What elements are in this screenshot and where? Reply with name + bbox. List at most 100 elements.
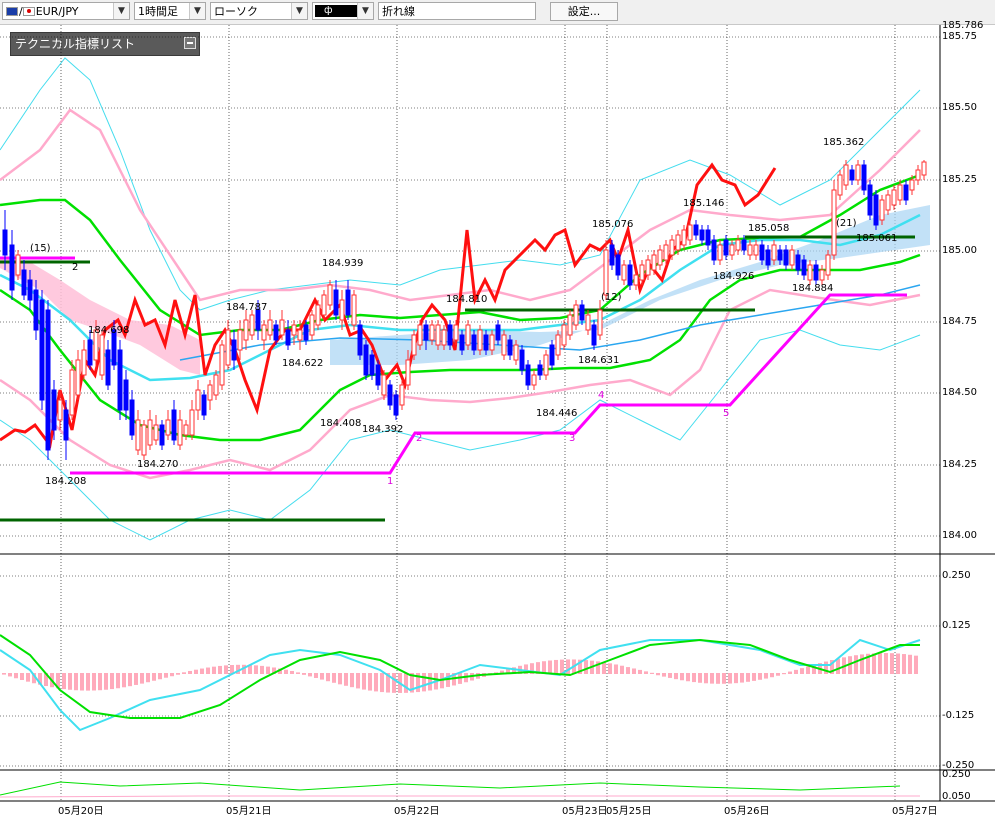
candle-body [807, 264, 813, 281]
macd-bar [554, 659, 558, 674]
macd-bar [146, 673, 150, 683]
macd-bar [62, 673, 66, 690]
chevron-down-icon[interactable]: ▼ [357, 3, 373, 19]
candle-body [843, 164, 849, 186]
macd-bar [668, 673, 672, 678]
date-label: 05月23日 [562, 806, 608, 817]
candle-body [645, 259, 651, 276]
macd-bar [344, 673, 348, 686]
macd-bar [188, 670, 192, 674]
candle-body [891, 189, 897, 206]
bollinger-upper-outer [0, 57, 921, 311]
chart-type-select[interactable]: ローソク ▼ [210, 2, 308, 20]
candle-body [519, 349, 525, 371]
macd-bar [350, 673, 354, 688]
candle-body [93, 329, 99, 361]
settings-button[interactable]: 設定... [550, 2, 618, 21]
sub-indicator-line [0, 781, 901, 796]
candle-body [705, 229, 711, 246]
candle-body [177, 419, 183, 446]
chevron-down-icon[interactable]: ▼ [113, 3, 129, 19]
line-color-select[interactable]: ф ▼ [312, 2, 374, 20]
candle-body [663, 244, 669, 261]
macd-bar [140, 673, 144, 684]
price-axis: 185.786 185.75 185.50 185.25 185.00 184.75 184… [940, 0, 995, 819]
vertical-gridlines [60, 25, 896, 800]
currency-pair-select[interactable]: / EUR/JPY ▼ [2, 2, 130, 20]
candle-body [801, 259, 807, 276]
candle-body [729, 244, 735, 256]
macd-bar [650, 672, 654, 674]
candle-body [405, 359, 411, 386]
macd-bar [428, 673, 432, 691]
macd-bar [734, 673, 738, 684]
candle-body [819, 269, 825, 281]
macd-bar [602, 662, 606, 674]
candle-body [399, 384, 405, 406]
date-label: 05月21日 [226, 806, 272, 817]
timeframe-select[interactable]: 1時間足 ▼ [134, 2, 206, 20]
candle-body [393, 394, 399, 416]
candle-body [837, 174, 843, 196]
price-axis-label: 184.50 [942, 387, 977, 398]
candle-body [213, 374, 219, 396]
macd-bar [836, 658, 840, 674]
macd-bar [662, 673, 666, 677]
candle-body [753, 244, 759, 256]
macd-bar [626, 667, 630, 674]
price-chart[interactable] [0, 25, 995, 819]
macd-bar [290, 670, 294, 674]
date-axis: 05月20日 05月21日 05月22日 05月23日 05月25日 05月26日 05月2… [0, 802, 940, 819]
candle-body [357, 324, 363, 356]
candle-body [51, 389, 57, 431]
date-label: 05月25日 [606, 806, 652, 817]
macd-bar [896, 653, 900, 674]
candle-body [75, 359, 81, 396]
macd-bar [326, 673, 330, 682]
candle-body [525, 364, 531, 386]
candle-body [441, 329, 447, 346]
macd-bar [2, 673, 6, 675]
candle-body [621, 264, 627, 281]
macd-bar [182, 672, 186, 674]
macd-bar [314, 673, 318, 678]
candle-body [117, 349, 123, 411]
candle-body [567, 314, 573, 336]
candle-body [249, 314, 255, 336]
line-style-label: 折れ線 [382, 5, 415, 18]
macd-bar [14, 673, 18, 679]
candle-body [771, 244, 777, 261]
candle-body [651, 254, 657, 271]
candle-body [507, 339, 513, 356]
candle-body [855, 164, 861, 181]
candle-body [849, 169, 855, 181]
macd-bar [716, 673, 720, 684]
candle-body [69, 369, 75, 416]
candle-body [915, 169, 921, 181]
candle-body [615, 254, 621, 276]
macd-bar [806, 666, 810, 674]
candle-body [861, 164, 867, 191]
candle-body [543, 354, 549, 376]
candle-body [207, 384, 213, 401]
candle-body [225, 329, 231, 366]
candle-body [639, 264, 645, 281]
candle-body [699, 229, 705, 241]
candle-body [573, 304, 579, 326]
price-axis-label: 185.50 [942, 102, 977, 113]
candle-body [453, 324, 459, 341]
candle-body [57, 399, 63, 421]
candle-body [795, 254, 801, 271]
chevron-down-icon[interactable]: ▼ [189, 3, 205, 19]
candle-body [687, 224, 693, 241]
macd-bar [770, 673, 774, 678]
chevron-down-icon[interactable]: ▼ [291, 3, 307, 19]
candle-body [579, 304, 585, 321]
candle-body [159, 424, 165, 446]
macd-bar [176, 673, 180, 675]
candle-body [423, 324, 429, 341]
macd-bar [122, 673, 126, 688]
candle-body [315, 304, 321, 326]
candle-body [495, 324, 501, 341]
line-style-field[interactable]: 折れ線 [378, 2, 536, 20]
